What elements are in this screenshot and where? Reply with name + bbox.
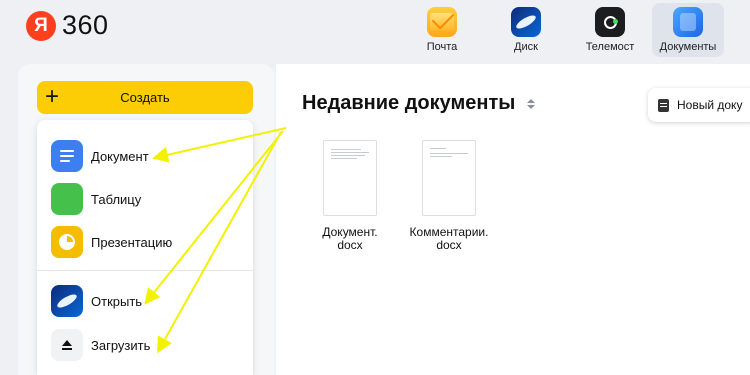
menu-item-label: Презентацию [91, 234, 173, 250]
menu-item-label: Документ [91, 148, 149, 164]
documents-icon [673, 7, 703, 37]
file-card[interactable]: Комментарии. docx [399, 140, 499, 252]
presentation-icon [51, 226, 83, 258]
app-telemost-label: Телемост [585, 41, 635, 53]
new-document-label: Новый доку [677, 98, 743, 112]
top-header: Я 360 Почта Диск Телемост Документы [0, 0, 750, 62]
upload-icon [51, 329, 83, 361]
new-document-button[interactable]: Новый доку [648, 88, 750, 122]
menu-item-upload[interactable]: Загрузить [51, 329, 150, 361]
file-thumbnail [323, 140, 377, 216]
create-button-label: Создать [120, 90, 170, 105]
create-dropdown-menu: Документ Таблицу Презентацию Открыть Заг… [37, 120, 253, 375]
app-disk-label: Диск [514, 41, 538, 53]
mail-icon [427, 7, 457, 37]
app-mail[interactable]: Почта [400, 3, 484, 57]
document-icon [51, 140, 83, 172]
logo-text: 360 [62, 10, 109, 40]
app-documents[interactable]: Документы [652, 3, 724, 57]
file-thumbnail [422, 140, 476, 216]
menu-divider [37, 270, 253, 271]
file-name: Документ. docx [322, 225, 378, 252]
document-small-icon [658, 98, 669, 112]
menu-item-open[interactable]: Открыть [51, 285, 142, 317]
yandex-logo-icon: Я [26, 10, 56, 41]
menu-item-label: Загрузить [91, 337, 151, 353]
telemost-icon [595, 7, 625, 37]
menu-item-presentation[interactable]: Презентацию [51, 226, 172, 258]
file-card[interactable]: Документ. docx [300, 140, 400, 252]
page-title: Недавние документы [302, 92, 536, 115]
app-disk[interactable]: Диск [484, 3, 568, 57]
app-documents-label: Документы [659, 41, 717, 53]
create-button[interactable]: + Создать [37, 81, 253, 114]
yandex-360-logo[interactable]: Я 360 [26, 10, 109, 41]
table-icon [51, 183, 83, 215]
menu-item-table[interactable]: Таблицу [51, 183, 141, 215]
disk-open-icon [51, 285, 83, 317]
menu-item-label: Таблицу [91, 191, 142, 207]
plus-icon: + [45, 83, 60, 110]
app-switcher: Почта Диск Телемост Документы [400, 3, 724, 57]
menu-item-document[interactable]: Документ [51, 140, 149, 172]
disk-icon [511, 7, 541, 37]
page-title-text: Недавние документы [302, 92, 516, 114]
app-mail-label: Почта [426, 41, 458, 53]
menu-item-label: Открыть [91, 293, 143, 309]
sort-icon[interactable] [527, 98, 536, 109]
app-telemost[interactable]: Телемост [568, 3, 652, 57]
file-name: Комментарии. docx [409, 225, 489, 252]
